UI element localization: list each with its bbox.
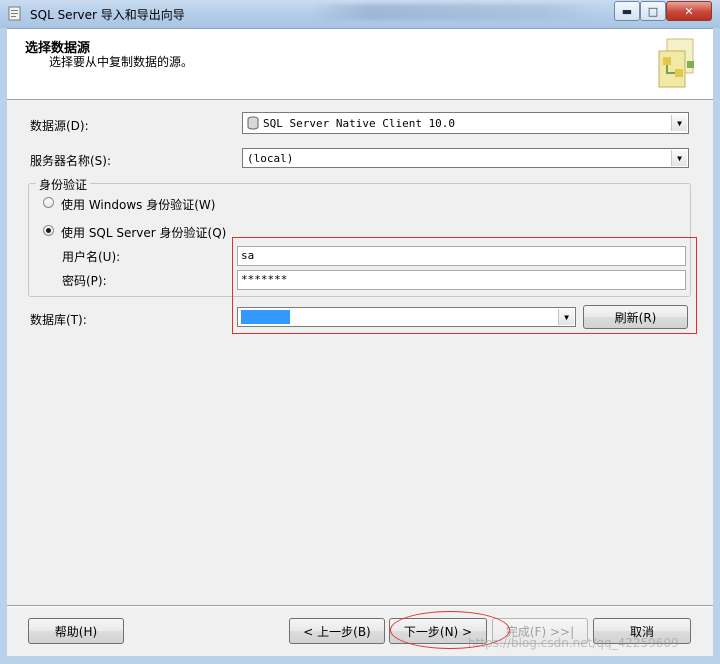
windows-auth-label[interactable]: 使用 Windows 身份验证(W) bbox=[61, 196, 215, 213]
chevron-down-icon[interactable]: ▼ bbox=[671, 115, 687, 131]
password-label: 密码(P): bbox=[62, 274, 107, 288]
window-frame-bottom bbox=[0, 656, 720, 664]
radio-selected-dot bbox=[46, 228, 51, 233]
data-flow-icon bbox=[658, 38, 694, 88]
window-frame-left bbox=[0, 28, 7, 664]
sql-auth-label[interactable]: 使用 SQL Server 身份验证(Q) bbox=[61, 224, 226, 241]
server-name-value: (local) bbox=[247, 151, 294, 165]
datasource-label: 数据源(D): bbox=[30, 119, 89, 133]
datasource-value: SQL Server Native Client 10.0 bbox=[263, 116, 456, 130]
username-label: 用户名(U): bbox=[62, 250, 121, 264]
database-icon bbox=[247, 116, 259, 130]
page-subtitle: 选择要从中复制数据的源。 bbox=[49, 55, 194, 69]
windows-auth-radio[interactable] bbox=[43, 197, 54, 208]
window-frame-right bbox=[713, 28, 720, 664]
maximize-icon: □ bbox=[647, 4, 659, 18]
sql-auth-radio[interactable] bbox=[43, 225, 54, 236]
close-button[interactable]: ✕ bbox=[666, 1, 712, 21]
wizard-header: 选择数据源 选择要从中复制数据的源。 bbox=[7, 29, 713, 100]
close-icon: ✕ bbox=[684, 4, 694, 18]
datasource-combo[interactable]: SQL Server Native Client 10.0 ▼ bbox=[242, 112, 689, 134]
minimize-icon: ▬ bbox=[621, 4, 633, 18]
back-button[interactable]: < 上一步(B) bbox=[289, 618, 385, 644]
watermark-text: https://blog.csdn.net/qq_42259609 bbox=[468, 636, 679, 650]
window-title: SQL Server 导入和导出向导 bbox=[30, 8, 185, 22]
maximize-button[interactable]: □ bbox=[640, 1, 666, 21]
authentication-group-label: 身份验证 bbox=[36, 176, 91, 193]
blurred-background-title bbox=[310, 4, 600, 20]
server-name-combo[interactable]: (local) ▼ bbox=[242, 148, 689, 168]
minimize-button[interactable]: ▬ bbox=[614, 1, 640, 21]
footer-separator bbox=[7, 605, 713, 607]
help-button[interactable]: 帮助(H) bbox=[28, 618, 124, 644]
server-name-label: 服务器名称(S): bbox=[30, 154, 112, 168]
database-label: 数据库(T): bbox=[30, 313, 87, 327]
chevron-down-icon[interactable]: ▼ bbox=[671, 150, 687, 166]
wizard-app-icon bbox=[8, 6, 21, 21]
annotation-rectangle bbox=[232, 237, 697, 334]
